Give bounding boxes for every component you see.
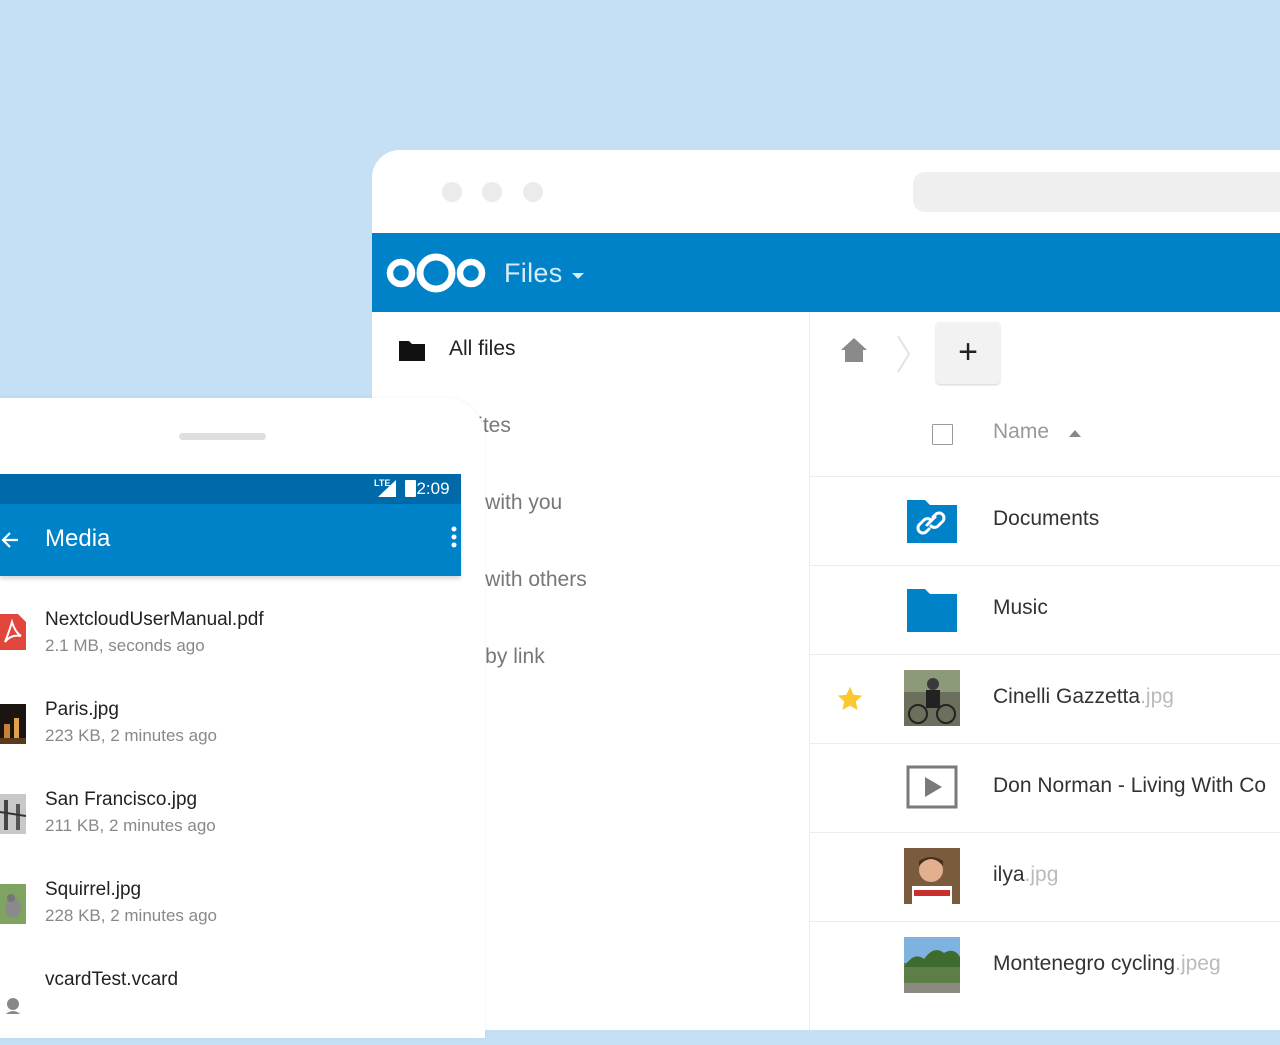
file-name[interactable]: Cinelli Gazzetta.jpg	[993, 685, 1174, 709]
window-close-dot[interactable]	[442, 182, 462, 202]
file-name: NextcloudUserManual.pdf	[45, 609, 264, 630]
name-column-header[interactable]: Name	[993, 420, 1049, 444]
file-name: San Francisco.jpg	[45, 789, 198, 810]
favorite-star-icon[interactable]	[836, 685, 864, 718]
app-title[interactable]: Files	[504, 258, 563, 289]
file-name[interactable]: Music	[993, 596, 1048, 620]
pdf-icon	[0, 614, 26, 650]
photo-thumbnail	[0, 884, 26, 924]
list-item[interactable]: NextcloudUserManual.pdf 2.1 MB, seconds …	[0, 595, 461, 685]
file-meta: 211 KB, 2 minutes ago	[45, 816, 216, 835]
video-icon	[904, 759, 960, 815]
sort-ascending-icon[interactable]	[1069, 430, 1081, 437]
file-row[interactable]: ilya.jpg	[810, 832, 1280, 922]
home-icon[interactable]	[840, 336, 868, 369]
list-item[interactable]: vcardTest.vcard	[0, 955, 461, 1045]
list-item[interactable]: San Francisco.jpg 211 KB, 2 minutes ago	[0, 775, 461, 865]
new-file-button[interactable]: +	[936, 322, 1000, 384]
file-meta: 223 KB, 2 minutes ago	[45, 726, 218, 745]
file-name[interactable]: ilya.jpg	[993, 863, 1058, 887]
contact-icon	[0, 974, 26, 1018]
photo-thumbnail	[904, 848, 960, 904]
nextcloud-logo-icon[interactable]	[386, 251, 488, 300]
phone-speaker	[179, 433, 266, 440]
list-item[interactable]: Squirrel.jpg 228 KB, 2 minutes ago	[0, 865, 461, 955]
folder-icon	[904, 581, 960, 637]
status-time: 12:09	[407, 479, 450, 498]
shared-link-folder-icon	[904, 492, 960, 548]
file-row[interactable]: Don Norman - Living With Co	[810, 743, 1280, 833]
file-meta: 2.1 MB, seconds ago	[45, 636, 205, 655]
file-meta: 228 KB, 2 minutes ago	[45, 906, 218, 925]
file-name[interactable]: Montenegro cycling.jpeg	[993, 952, 1221, 976]
list-item[interactable]: Paris.jpg 223 KB, 2 minutes ago	[0, 685, 461, 775]
browser-window: Files All files vorites red with you red…	[372, 150, 1280, 1030]
file-name[interactable]: Documents	[993, 507, 1099, 531]
photo-thumbnail	[904, 670, 960, 726]
breadcrumb-separator-icon	[896, 334, 912, 379]
page-title: Media	[45, 525, 111, 552]
nav-item-all-files[interactable]: All files	[449, 337, 516, 367]
status-bar: LTE 12:09	[0, 474, 461, 504]
file-name: vcardTest.vcard	[45, 969, 179, 990]
file-name: Paris.jpg	[45, 699, 119, 720]
app-bar: Media	[0, 504, 461, 576]
select-all-checkbox[interactable]	[932, 424, 953, 445]
more-options-icon[interactable]	[451, 526, 457, 553]
app-menu-caret-icon[interactable]	[572, 273, 584, 279]
window-minimize-dot[interactable]	[482, 182, 502, 202]
phone-frame: LTE 12:09 Media NextcloudUserManual.pdf …	[0, 398, 485, 1038]
back-arrow-icon[interactable]	[0, 530, 20, 555]
file-name: Squirrel.jpg	[45, 879, 142, 900]
file-row[interactable]: Montenegro cycling.jpeg	[810, 921, 1280, 1011]
address-bar[interactable]	[913, 172, 1280, 212]
file-row[interactable]: Documents	[810, 476, 1280, 566]
file-row[interactable]: Music	[810, 565, 1280, 655]
window-maximize-dot[interactable]	[523, 182, 543, 202]
nextcloud-header: Files	[372, 233, 1280, 312]
file-name[interactable]: Don Norman - Living With Co	[993, 774, 1266, 798]
file-row[interactable]: Cinelli Gazzetta.jpg	[810, 654, 1280, 744]
signal-icon	[378, 480, 396, 502]
folder-icon	[399, 341, 425, 361]
browser-chrome	[372, 150, 1280, 233]
photo-thumbnail	[904, 937, 960, 993]
photo-thumbnail	[0, 704, 26, 744]
photo-thumbnail	[0, 794, 27, 834]
file-list: + Name Documents Music Cinelli Gazzetta.…	[810, 312, 1280, 1030]
